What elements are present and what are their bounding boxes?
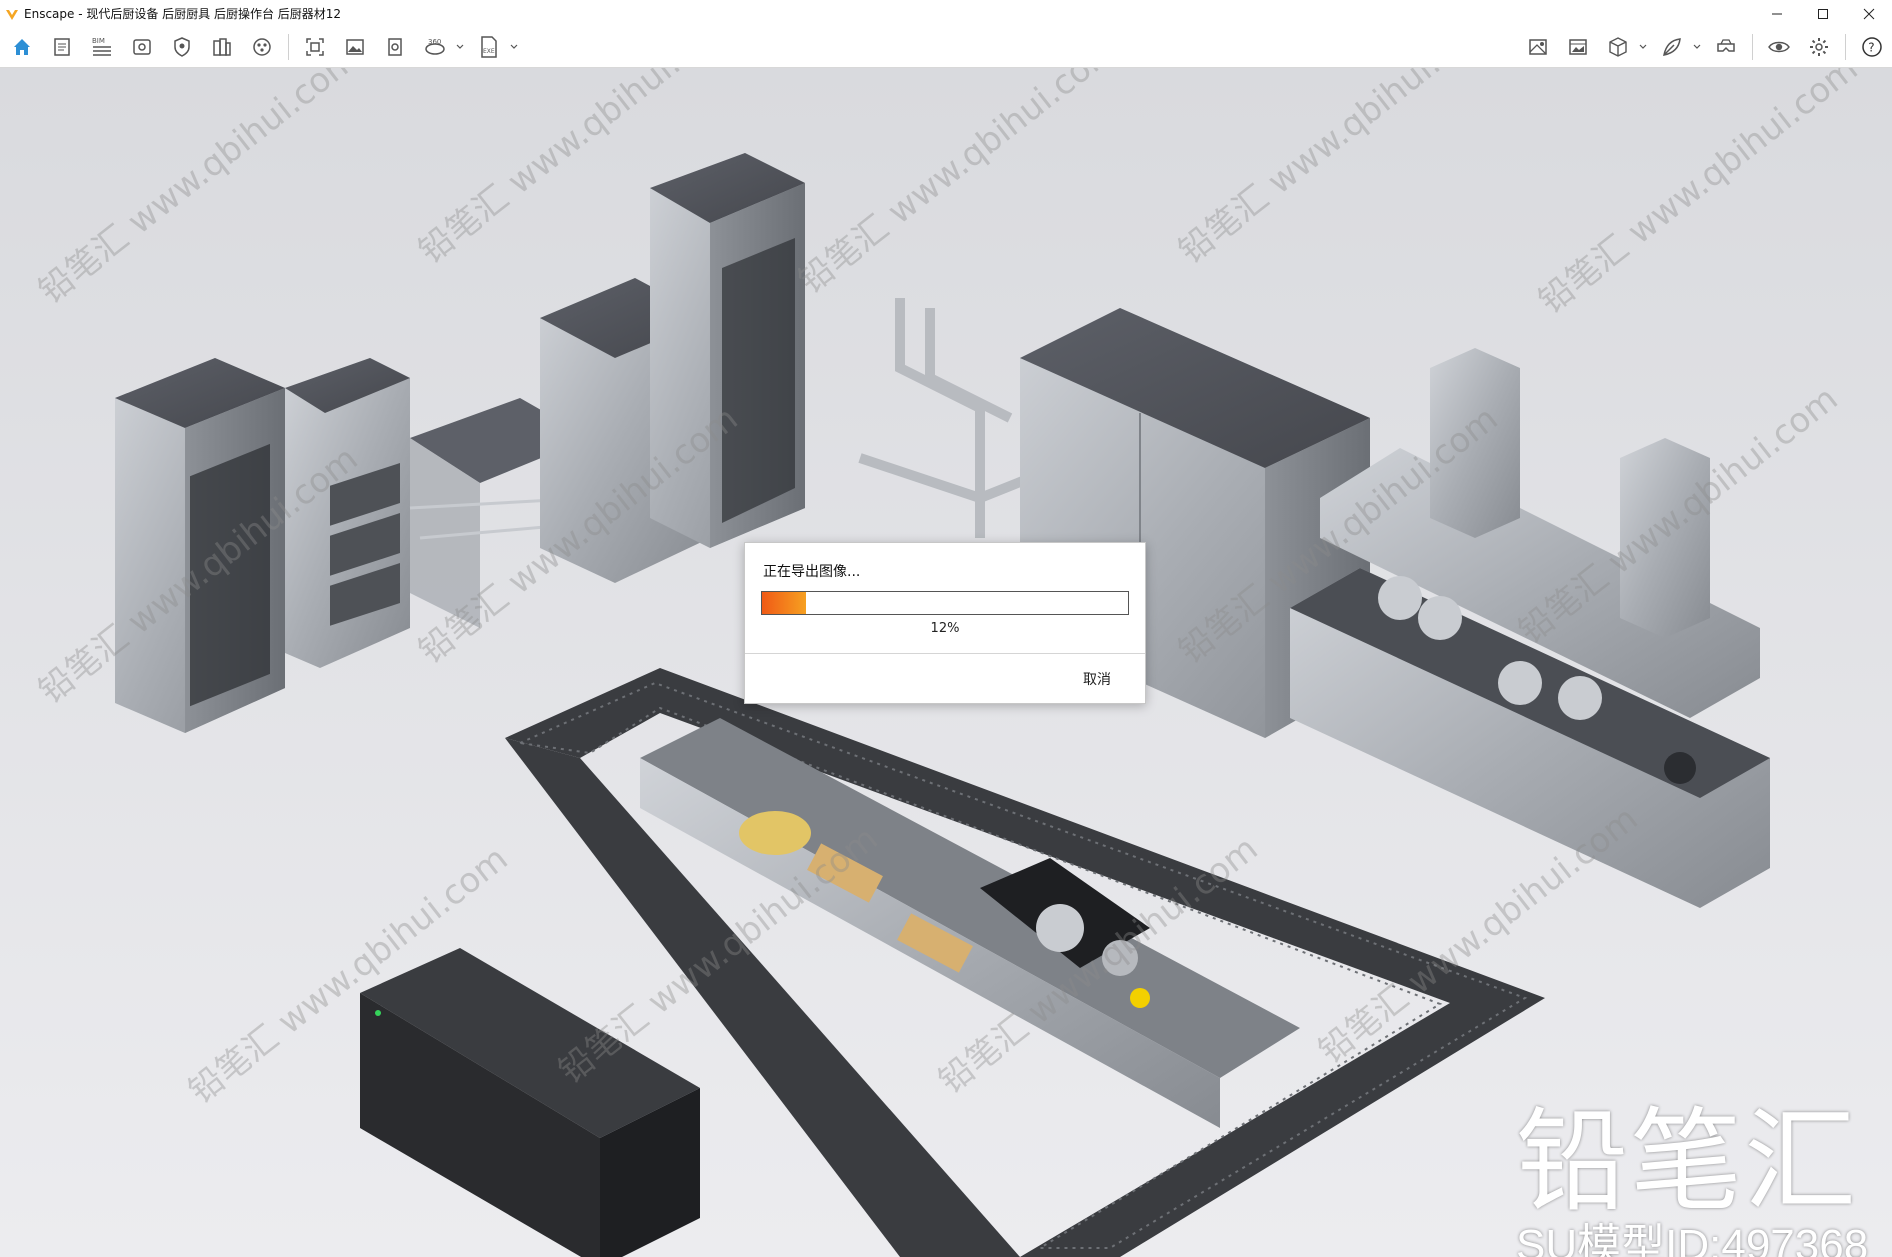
toolbar-separator [1752, 34, 1753, 60]
help-icon[interactable]: ? [1856, 31, 1888, 63]
document-icon[interactable] [46, 31, 78, 63]
window-controls [1754, 0, 1892, 27]
bim-icon-label: BIM [92, 37, 105, 45]
visibility-icon[interactable] [1763, 31, 1795, 63]
center-tall-cabinet [650, 153, 805, 548]
minimize-button[interactable] [1754, 0, 1800, 27]
chevron-down-icon[interactable] [455, 31, 465, 63]
home-icon[interactable] [6, 31, 38, 63]
maximize-button[interactable] [1800, 0, 1846, 27]
render-image-icon[interactable] [339, 31, 371, 63]
toolbar-right-group: ? [1518, 27, 1892, 67]
chevron-down-icon[interactable] [1638, 31, 1648, 63]
enscape-logo-icon [4, 6, 20, 22]
settings-icon[interactable] [1803, 31, 1835, 63]
leaf-icon[interactable] [1656, 31, 1688, 63]
gallery-icon[interactable] [1562, 31, 1594, 63]
title-bar: Enscape - 现代后厨设备 后厨厨具 后厨操作台 后厨器材12 [0, 0, 1892, 27]
model-id: SU模型ID:497368 [1516, 1221, 1869, 1257]
svg-text:?: ? [1868, 41, 1874, 55]
batch-render-icon[interactable] [379, 31, 411, 63]
chevron-down-icon[interactable] [1692, 31, 1702, 63]
window-title: Enscape - 现代后厨设备 后厨厨具 后厨操作台 后厨器材12 [24, 7, 342, 21]
cube-icon[interactable] [1602, 31, 1634, 63]
main-toolbar: BIM 360 EXE ? [0, 27, 1892, 89]
close-button[interactable] [1846, 0, 1892, 27]
progress-bar-fill [762, 592, 806, 614]
export-progress-dialog: 正在导出图像... 12% 取消 [744, 542, 1146, 704]
dialog-title: 正在导出图像... [763, 564, 861, 580]
progress-bar [761, 591, 1129, 615]
screenshot-icon[interactable] [299, 31, 331, 63]
material-icon[interactable] [246, 31, 278, 63]
brand-name: 铅笔汇 [1516, 1097, 1858, 1227]
panorama-360-label: 360 [428, 38, 441, 46]
cancel-button[interactable]: 取消 [1077, 665, 1117, 693]
shield-icon[interactable] [166, 31, 198, 63]
progress-percent-label: 12% [930, 621, 960, 636]
bim-icon[interactable]: BIM [86, 31, 118, 63]
dialog-divider [745, 653, 1145, 654]
left-oven [285, 358, 410, 668]
brand-watermark: 铅笔汇 SU模型ID:497368 [1516, 1103, 1886, 1257]
views-icon[interactable] [126, 31, 158, 63]
toolbar-separator [1845, 34, 1846, 60]
asset-library-icon[interactable] [206, 31, 238, 63]
toolbar-left-group: BIM 360 EXE [2, 27, 523, 67]
panorama-360-icon[interactable]: 360 [419, 31, 451, 63]
left-tall-proofer-cabinet [115, 358, 285, 733]
export-exe-label: EXE [483, 48, 495, 55]
export-exe-icon[interactable]: EXE [473, 31, 505, 63]
map-icon[interactable] [1522, 31, 1554, 63]
chevron-down-icon[interactable] [509, 31, 519, 63]
vr-headset-icon[interactable] [1710, 31, 1742, 63]
toolbar-separator [288, 34, 289, 60]
